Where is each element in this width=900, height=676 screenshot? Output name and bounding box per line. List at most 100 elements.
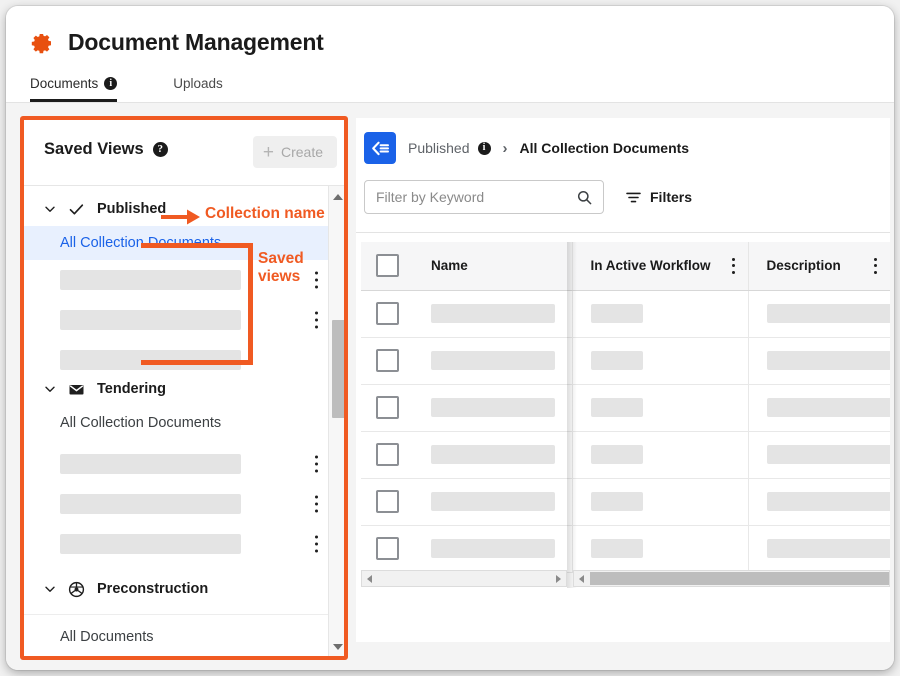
skeleton-bar [431, 539, 555, 558]
table-row[interactable] [361, 525, 890, 572]
saved-view-item[interactable]: All Collection Documents [22, 406, 328, 440]
documents-panel: Published i › All Collection Documents [356, 118, 890, 642]
table-row[interactable] [361, 478, 890, 525]
table-row[interactable] [361, 290, 890, 337]
wheel-icon [68, 581, 85, 598]
table-header-name-label: Name [431, 258, 468, 273]
collapse-panel-icon [371, 141, 390, 156]
saved-view-item-all-documents[interactable]: All Documents [22, 614, 328, 658]
skeleton-bar [431, 492, 555, 511]
tab-documents[interactable]: Documents i [30, 76, 117, 102]
saved-view-item-skeleton[interactable] [22, 524, 328, 564]
skeleton-bar [767, 304, 891, 323]
info-icon: i [104, 77, 117, 90]
filter-icon [626, 191, 641, 204]
scroll-down-arrow-icon[interactable] [329, 638, 346, 656]
tab-uploads[interactable]: Uploads [173, 76, 223, 99]
row-workflow-cell [572, 478, 748, 525]
scroll-left-arrow-icon[interactable] [362, 571, 377, 586]
scroll-right-arrow-icon[interactable] [551, 571, 566, 586]
table-header-row: Name In Active Workflow Description [361, 242, 890, 290]
skeleton-bar [767, 445, 891, 464]
create-button-label: Create [281, 144, 323, 160]
saved-view-item-skeleton[interactable] [22, 260, 328, 300]
skeleton-bar [60, 270, 241, 290]
filters-button[interactable]: Filters [620, 188, 698, 206]
skeleton-bar [767, 492, 891, 511]
help-icon[interactable]: ? [153, 142, 168, 157]
breadcrumb-root[interactable]: Published i [408, 140, 491, 156]
saved-view-kebab-icon[interactable] [314, 272, 318, 289]
scroll-up-arrow-icon[interactable] [329, 188, 346, 206]
column-menu-icon[interactable] [732, 258, 736, 274]
saved-views-title: Saved Views [44, 140, 144, 159]
documents-table-wrapper: Name In Active Workflow Description [361, 242, 890, 588]
skeleton-bar [591, 445, 643, 464]
table-row[interactable] [361, 337, 890, 384]
scroll-left-arrow-icon[interactable] [574, 571, 589, 586]
skeleton-bar [431, 398, 555, 417]
row-checkbox[interactable] [376, 396, 399, 419]
saved-view-item-skeleton[interactable] [22, 300, 328, 340]
create-button[interactable]: + Create [253, 136, 337, 168]
table-horizontal-scrollbars [361, 570, 890, 587]
skeleton-bar [591, 351, 643, 370]
tree-group-published[interactable]: Published [22, 192, 328, 226]
table-header-description[interactable]: Description [748, 242, 890, 290]
select-all-checkbox[interactable] [376, 254, 399, 277]
skeleton-bar [60, 350, 241, 370]
skeleton-bar [431, 351, 555, 370]
sidebar-vertical-scrollbar[interactable] [328, 186, 346, 658]
skeleton-bar [431, 445, 555, 464]
saved-view-item-skeleton[interactable] [22, 444, 328, 484]
page-title: Document Management [68, 29, 324, 56]
saved-view-item-skeleton[interactable] [22, 484, 328, 524]
row-checkbox[interactable] [376, 537, 399, 560]
breadcrumb-root-label: Published [408, 140, 470, 156]
row-description-cell [748, 384, 890, 431]
filter-toolbar: Filters [364, 180, 698, 214]
row-select-cell [361, 384, 413, 431]
row-checkbox[interactable] [376, 443, 399, 466]
table-header-name[interactable]: Name [413, 242, 572, 290]
skeleton-bar [60, 454, 241, 474]
row-workflow-cell [572, 525, 748, 572]
row-checkbox[interactable] [376, 349, 399, 372]
table-row[interactable] [361, 384, 890, 431]
search-input[interactable] [365, 189, 577, 205]
frozen-columns-scrollbar[interactable] [361, 570, 567, 587]
collapse-panel-button[interactable] [364, 132, 396, 164]
saved-view-item-selected[interactable]: All Collection Documents [22, 226, 328, 260]
skeleton-bar [591, 539, 643, 558]
plus-icon: + [263, 143, 274, 162]
tree-group-preconstruction[interactable]: Preconstruction [22, 572, 328, 606]
toolbar-divider [356, 232, 890, 233]
saved-view-label: All Collection Documents [60, 415, 221, 431]
tab-uploads-label: Uploads [173, 76, 223, 91]
saved-view-kebab-icon[interactable] [314, 312, 318, 329]
table-row[interactable] [361, 431, 890, 478]
row-checkbox[interactable] [376, 490, 399, 513]
saved-view-kebab-icon[interactable] [314, 456, 318, 473]
screenshot-stage: Document Management Documents i Uploads … [0, 0, 900, 676]
search-box[interactable] [364, 180, 604, 214]
sidebar-scroll-thumb[interactable] [332, 320, 345, 418]
search-icon [577, 190, 592, 205]
table-header-in-active-workflow[interactable]: In Active Workflow [572, 242, 748, 290]
data-columns-scrollbar[interactable] [573, 570, 890, 587]
saved-views-header: Saved Views ? + Create [22, 118, 346, 186]
info-icon: i [478, 142, 491, 155]
saved-view-kebab-icon[interactable] [314, 536, 318, 553]
check-icon [68, 201, 85, 218]
row-checkbox[interactable] [376, 302, 399, 325]
tree-group-label: Preconstruction [97, 581, 208, 597]
saved-view-label: All Documents [60, 629, 153, 645]
saved-views-tree: Published All Collection Documents [22, 186, 328, 658]
horizontal-scroll-thumb[interactable] [590, 572, 889, 585]
tree-group-label: Tendering [97, 381, 166, 397]
tree-group-tendering[interactable]: Tendering [22, 372, 328, 406]
column-menu-icon[interactable] [874, 258, 878, 274]
row-workflow-cell [572, 337, 748, 384]
chevron-down-icon [44, 383, 56, 395]
saved-view-kebab-icon[interactable] [314, 496, 318, 513]
